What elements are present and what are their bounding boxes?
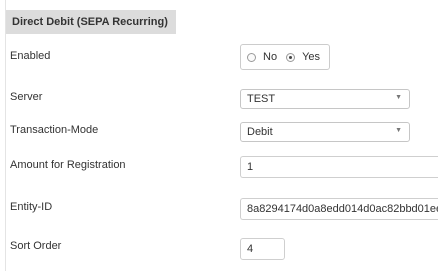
transaction-mode-label: Transaction-Mode xyxy=(10,124,99,136)
transaction-mode-select-value: Debit xyxy=(247,126,273,138)
server-label: Server xyxy=(10,91,43,103)
entity-id-input[interactable]: 8a8294174d0a8edd014d0ac82bbd01ee xyxy=(240,198,438,220)
enabled-yes-label[interactable]: Yes xyxy=(302,51,320,63)
enabled-no-label[interactable]: No xyxy=(263,51,277,63)
entity-id-label: Entity-ID xyxy=(10,201,53,213)
server-select-value: TEST xyxy=(247,93,276,105)
enabled-yes-radio[interactable] xyxy=(286,52,296,62)
enabled-label: Enabled xyxy=(10,50,51,62)
chevron-down-icon: ▼ xyxy=(395,94,402,101)
sort-order-label: Sort Order xyxy=(10,240,62,252)
left-divider xyxy=(5,0,6,271)
payment-settings-panel: Direct Debit (SEPA Recurring) Enabled No… xyxy=(0,0,438,271)
amount-registration-label: Amount for Registration xyxy=(10,159,126,171)
transaction-mode-select[interactable]: Debit ▼ xyxy=(240,122,410,142)
enabled-no-radio[interactable] xyxy=(247,52,256,62)
server-select[interactable]: TEST ▼ xyxy=(240,89,410,109)
chevron-down-icon: ▼ xyxy=(395,127,402,134)
amount-registration-input[interactable]: 1 xyxy=(240,156,438,178)
enabled-radio-group: No Yes xyxy=(240,44,330,70)
sort-order-input[interactable]: 4 xyxy=(240,238,285,260)
section-header: Direct Debit (SEPA Recurring) xyxy=(6,10,176,34)
section-title: Direct Debit (SEPA Recurring) xyxy=(12,16,168,28)
